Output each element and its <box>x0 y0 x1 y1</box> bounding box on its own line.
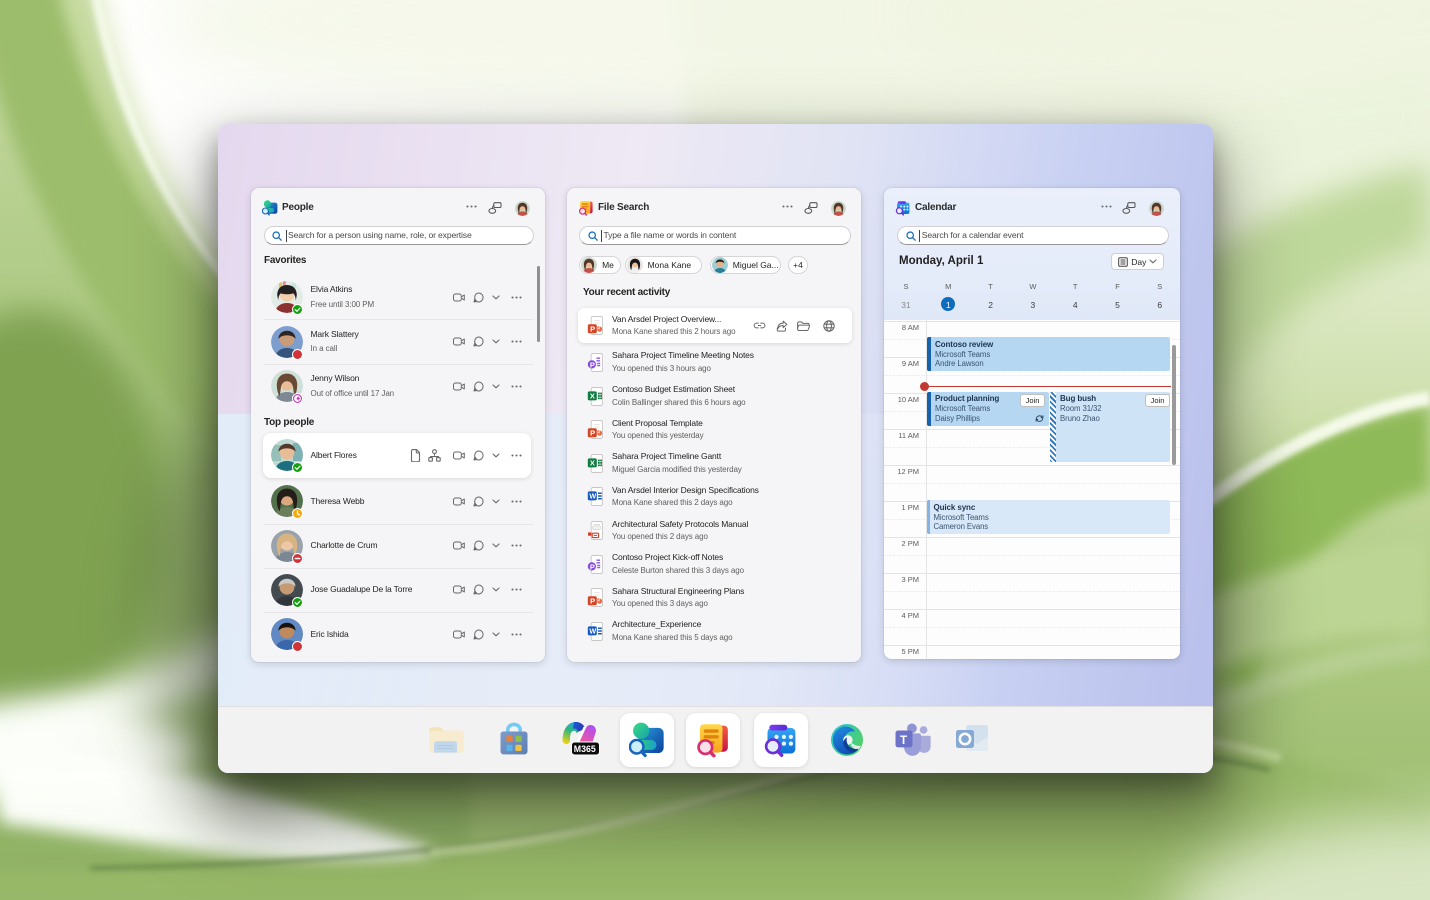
svg-text:T: T <box>900 734 907 747</box>
svg-text:P: P <box>590 324 595 333</box>
svg-text:P: P <box>590 428 595 437</box>
svg-text:X: X <box>590 458 595 467</box>
svg-text:W: W <box>589 492 596 501</box>
svg-text:X: X <box>590 391 595 400</box>
svg-text:P: P <box>590 562 595 571</box>
svg-text:W: W <box>589 626 596 635</box>
svg-text:P: P <box>590 360 595 369</box>
svg-text:P: P <box>590 597 595 606</box>
svg-text:M365: M365 <box>574 744 596 754</box>
